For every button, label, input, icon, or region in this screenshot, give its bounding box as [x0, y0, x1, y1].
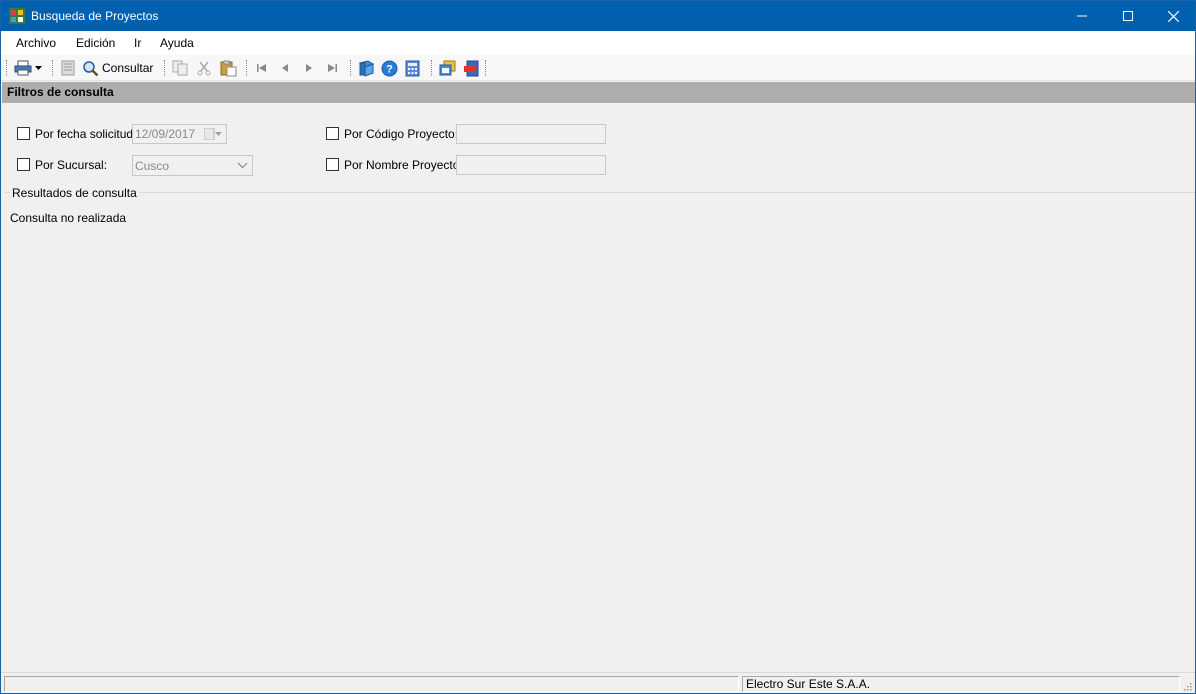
- menu-ir[interactable]: Ir: [134, 36, 141, 50]
- report-button[interactable]: [60, 59, 76, 77]
- nombre-label: Por Nombre Proyecto:: [344, 158, 463, 172]
- last-record-button[interactable]: [326, 59, 338, 77]
- minimize-button[interactable]: [1059, 1, 1105, 31]
- sucursal-dropdown[interactable]: Cusco: [132, 155, 253, 176]
- maximize-icon: [1123, 11, 1133, 21]
- menu-ayuda[interactable]: Ayuda: [160, 36, 194, 50]
- minimize-icon: [1077, 15, 1087, 17]
- fecha-checkbox[interactable]: [17, 127, 30, 140]
- filters-header: Filtros de consulta: [2, 82, 1195, 103]
- codigo-input[interactable]: [456, 124, 606, 144]
- help-book-button[interactable]: [358, 59, 375, 77]
- codigo-checkbox[interactable]: [326, 127, 339, 140]
- codigo-label: Por Código Proyecto:: [344, 127, 459, 141]
- calculator-icon: [405, 60, 420, 76]
- toolbar-separator: [52, 60, 53, 76]
- toolbar-separator: [431, 60, 432, 76]
- print-button[interactable]: [14, 59, 42, 77]
- filters-header-label: Filtros de consulta: [7, 85, 114, 99]
- fecha-value: 12/09/2017: [135, 127, 196, 141]
- previous-record-icon: [282, 64, 288, 72]
- report-icon: [61, 60, 75, 76]
- application-window: Busqueda de Proyectos Archivo Edición Ir…: [0, 0, 1196, 694]
- title-bar[interactable]: Busqueda de Proyectos: [1, 1, 1195, 31]
- close-button[interactable]: [1150, 1, 1196, 31]
- exit-icon: [464, 60, 479, 76]
- results-groupbox: [5, 192, 1195, 193]
- window-switch-icon: [439, 60, 456, 75]
- status-bar: Electro Sur Este S.A.A.: [1, 672, 1195, 693]
- next-record-icon: [306, 64, 312, 72]
- dropdown-arrow-icon: [35, 66, 42, 70]
- previous-record-button[interactable]: [280, 59, 290, 77]
- chevron-down-icon: [237, 162, 248, 169]
- copy-icon: [172, 60, 188, 76]
- svg-text:?: ?: [386, 63, 393, 75]
- nombre-checkbox[interactable]: [326, 158, 339, 171]
- first-record-icon: [257, 64, 266, 72]
- calendar-dropdown-icon: [204, 128, 222, 140]
- toolbar-separator: [246, 60, 247, 76]
- nombre-input[interactable]: [456, 155, 606, 175]
- status-panel-left: [4, 676, 739, 692]
- resize-grip-icon[interactable]: [1182, 681, 1192, 691]
- search-icon: [83, 60, 99, 76]
- last-record-icon: [328, 64, 337, 72]
- toolbar-grip: [6, 60, 7, 76]
- maximize-button[interactable]: [1105, 1, 1151, 31]
- first-record-button[interactable]: [256, 59, 268, 77]
- toolbar-separator: [350, 60, 351, 76]
- close-icon: [1167, 10, 1179, 22]
- sucursal-checkbox[interactable]: [17, 158, 30, 171]
- menu-bar: Archivo Edición Ir Ayuda: [1, 31, 1195, 55]
- consultar-label: Consultar: [102, 61, 154, 75]
- menu-archivo[interactable]: Archivo: [16, 36, 56, 50]
- cut-icon: [197, 61, 211, 76]
- help-circle-icon: ?: [381, 60, 398, 76]
- help-book-icon: [358, 59, 375, 77]
- toolbar-separator: [485, 60, 486, 76]
- paste-icon: [220, 60, 237, 76]
- toolbar: Consultar ?: [1, 55, 1195, 81]
- copy-button[interactable]: [172, 59, 189, 77]
- paste-button[interactable]: [220, 59, 237, 77]
- help-button[interactable]: ?: [381, 59, 398, 77]
- window-switch-button[interactable]: [439, 59, 456, 77]
- cut-button[interactable]: [196, 59, 212, 77]
- sucursal-label: Por Sucursal:: [35, 158, 108, 172]
- calculator-button[interactable]: [405, 59, 420, 77]
- toolbar-separator: [164, 60, 165, 76]
- next-record-button[interactable]: [304, 59, 314, 77]
- fecha-date-picker[interactable]: 12/09/2017: [132, 124, 227, 144]
- printer-icon: [14, 60, 32, 76]
- fecha-label: Por fecha solicitud:: [35, 127, 137, 141]
- app-icon: [9, 8, 25, 24]
- results-message: Consulta no realizada: [10, 211, 127, 225]
- window-title: Busqueda de Proyectos: [31, 9, 159, 23]
- menu-edicion[interactable]: Edición: [76, 36, 115, 50]
- exit-button[interactable]: [463, 59, 480, 77]
- sucursal-value: Cusco: [135, 158, 170, 173]
- status-panel-company: Electro Sur Este S.A.A.: [742, 676, 1180, 692]
- consultar-button[interactable]: Consultar: [82, 59, 153, 77]
- results-legend: Resultados de consulta: [10, 186, 139, 200]
